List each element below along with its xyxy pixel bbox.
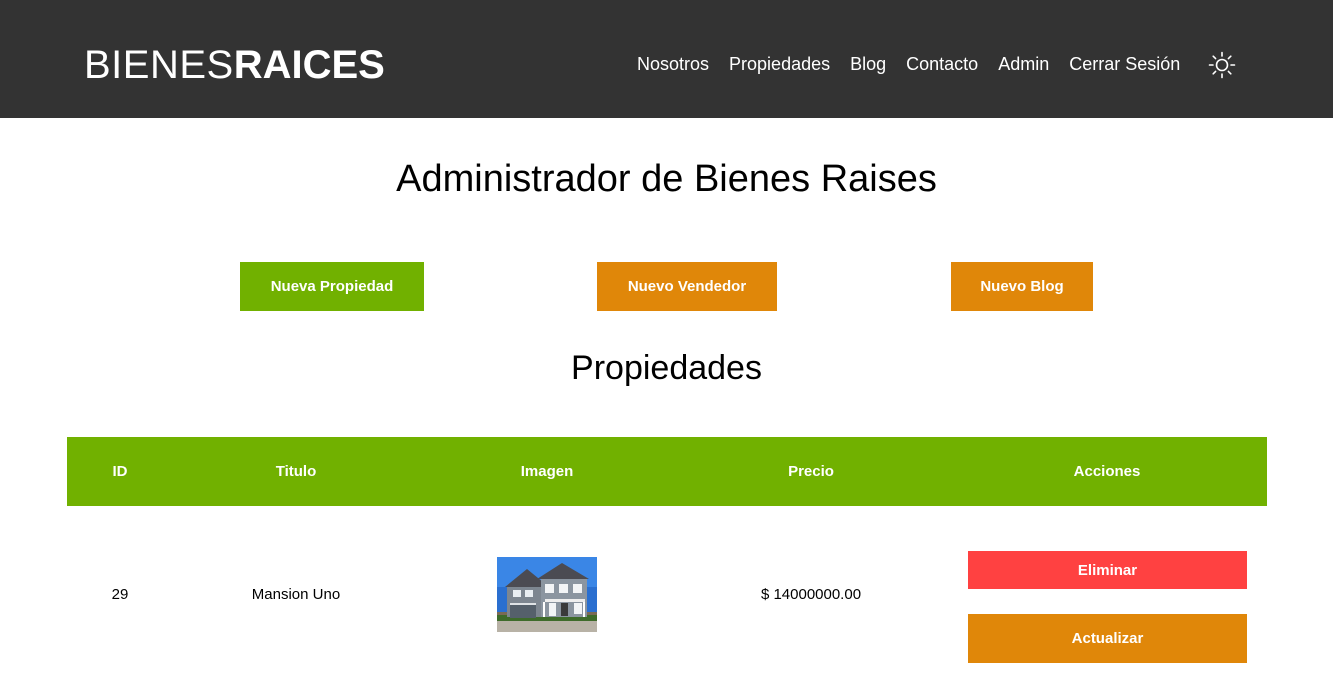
nav-link-cerrar-sesion[interactable]: Cerrar Sesión bbox=[1069, 50, 1180, 78]
column-header-imagen: Imagen bbox=[520, 463, 574, 480]
nav-link-nosotros[interactable]: Nosotros bbox=[637, 50, 709, 78]
nav-link-admin[interactable]: Admin bbox=[998, 50, 1049, 78]
new-blog-button[interactable]: Nuevo Blog bbox=[951, 262, 1093, 311]
nav-link-contacto[interactable]: Contacto bbox=[906, 50, 978, 78]
nav-link-propiedades[interactable]: Propiedades bbox=[729, 50, 830, 78]
site-header: BIENESRAICES Nosotros Propiedades Blog C… bbox=[0, 0, 1333, 118]
column-header-titulo: Titulo bbox=[275, 463, 317, 480]
new-seller-button[interactable]: Nuevo Vendedor bbox=[597, 262, 777, 311]
logo-light-text: BIENES bbox=[84, 43, 234, 87]
row-id: 29 bbox=[111, 586, 129, 603]
sun-icon[interactable] bbox=[1207, 50, 1237, 80]
delete-button[interactable]: Eliminar bbox=[968, 551, 1247, 589]
update-button[interactable]: Actualizar bbox=[968, 614, 1247, 663]
page-title: Administrador de Bienes Raises bbox=[396, 158, 937, 200]
new-property-button[interactable]: Nueva Propiedad bbox=[240, 262, 424, 311]
nav-link-blog[interactable]: Blog bbox=[850, 50, 886, 78]
column-header-acciones: Acciones bbox=[1073, 463, 1141, 480]
row-title: Mansion Uno bbox=[251, 586, 341, 603]
column-header-id: ID bbox=[112, 463, 128, 480]
table-header: ID Titulo Imagen Precio Acciones bbox=[67, 437, 1267, 506]
row-price: $ 14000000.00 bbox=[760, 586, 862, 603]
main-nav: Nosotros Propiedades Blog Contacto Admin… bbox=[637, 50, 1180, 78]
section-title: Propiedades bbox=[571, 349, 762, 387]
property-image bbox=[497, 557, 597, 632]
site-logo[interactable]: BIENESRAICES bbox=[84, 42, 385, 88]
column-header-precio: Precio bbox=[788, 463, 834, 480]
logo-bold-text: RAICES bbox=[233, 43, 385, 87]
